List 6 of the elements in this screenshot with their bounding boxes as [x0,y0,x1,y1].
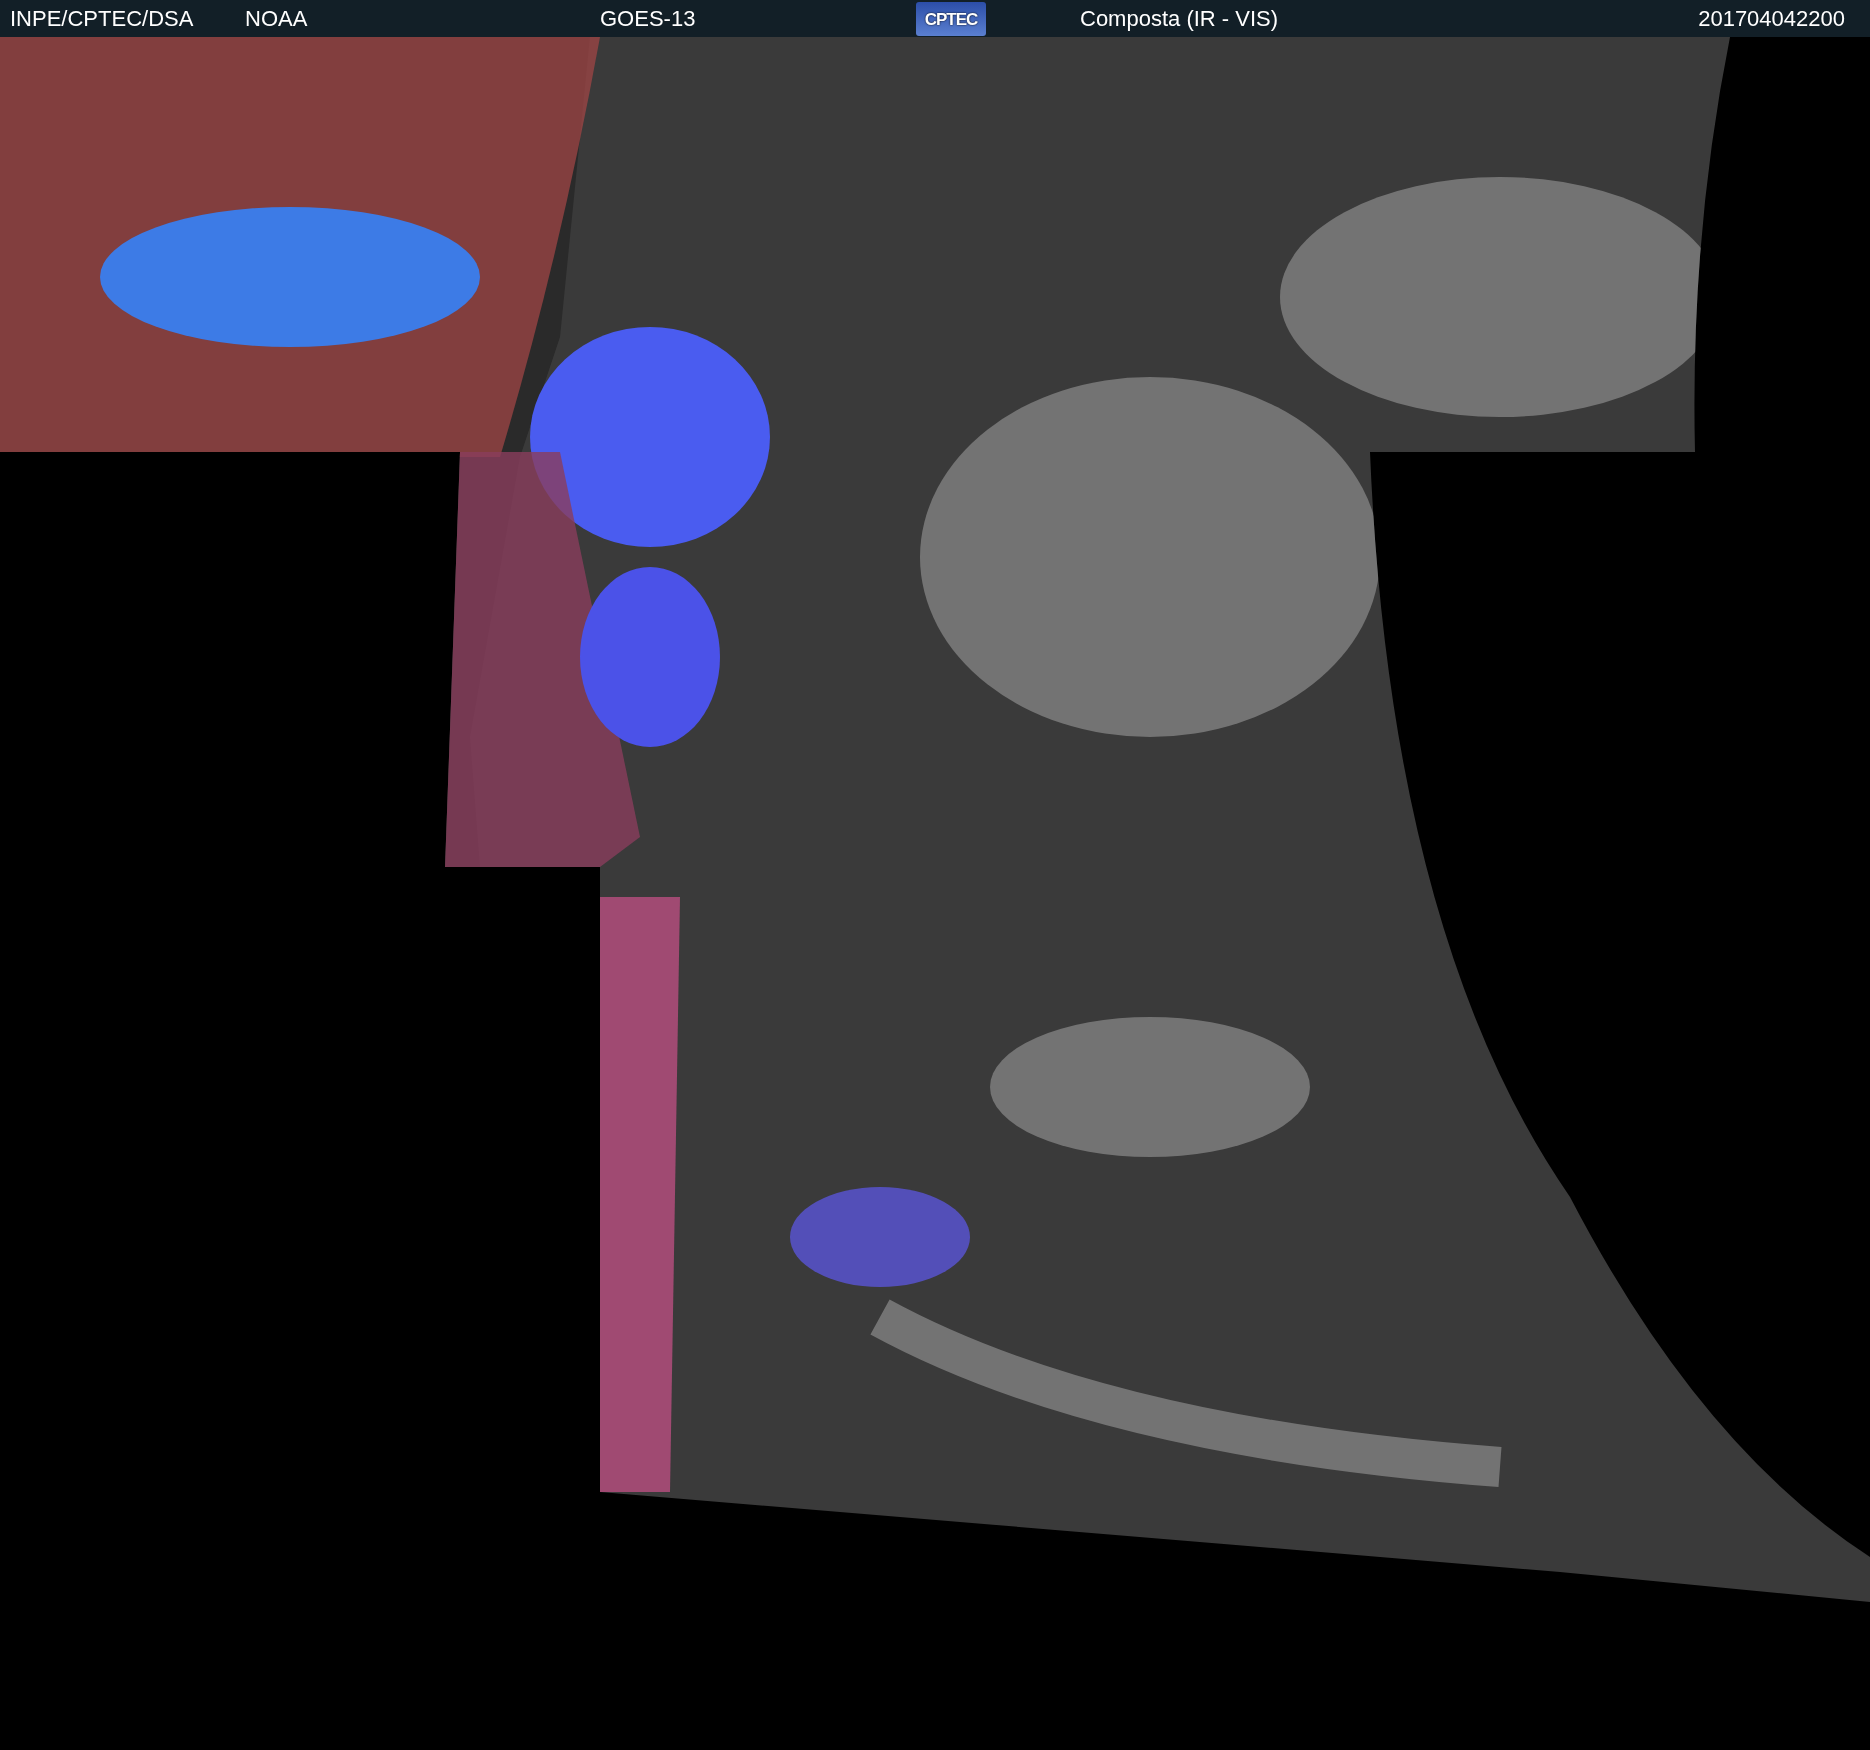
product-title: Composta (IR - VIS) [1080,6,1279,31]
logo: CPTEC [916,2,986,37]
satellite-label: GOES-13 [600,6,696,31]
agency-label: NOAA [245,6,308,31]
timestamp-label: 201704042200 [1698,6,1845,31]
source-label: INPE/CPTEC/DSA [10,6,194,31]
